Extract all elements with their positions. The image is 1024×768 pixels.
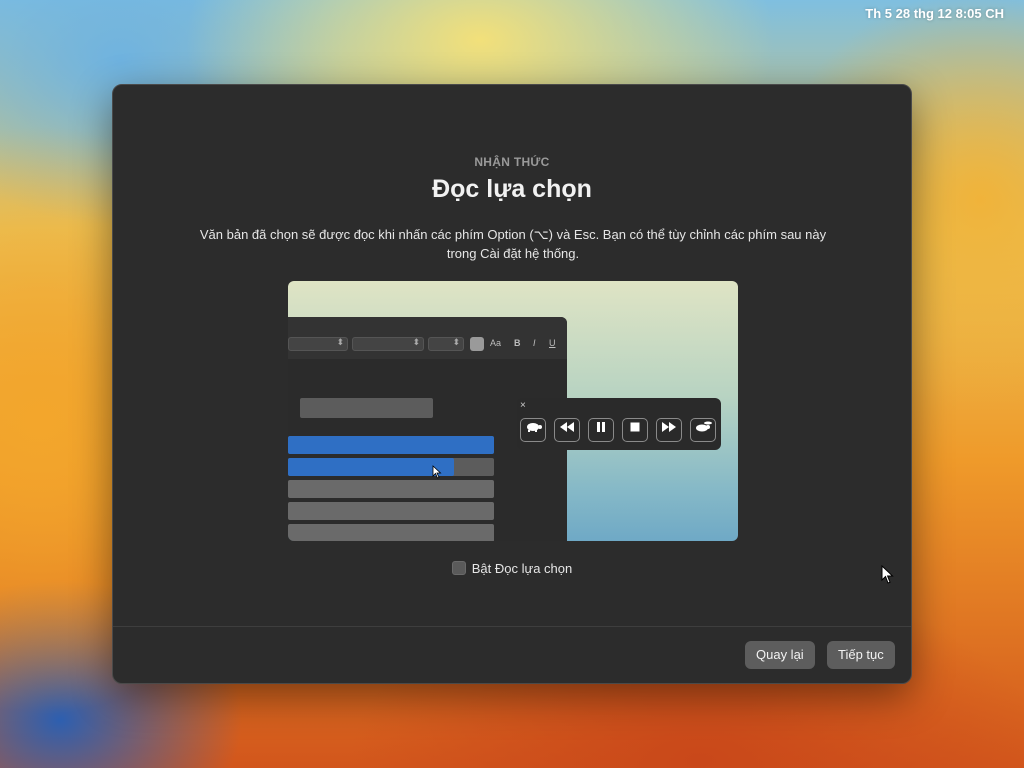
enable-feature-row[interactable]: Bật Đọc lựa chọn bbox=[113, 561, 911, 576]
close-icon: × bbox=[520, 400, 526, 411]
enable-feature-label[interactable]: Bật Đọc lựa chọn bbox=[472, 561, 572, 576]
fast-forward-icon bbox=[656, 418, 682, 442]
rewind-icon bbox=[554, 418, 580, 442]
illustration-color-swatch bbox=[470, 337, 484, 351]
illustration-selected-line bbox=[288, 458, 454, 476]
illustration-underline-label: U bbox=[549, 338, 556, 348]
back-button[interactable]: Quay lại bbox=[745, 641, 815, 669]
illustration-style-select bbox=[352, 337, 424, 351]
onboarding-dialog: NHẬN THỨC Đọc lựa chọn Văn bản đã chọn s… bbox=[112, 84, 912, 684]
illustration-font-select bbox=[288, 337, 348, 351]
footer-divider bbox=[113, 626, 911, 627]
illustration-heading-bar bbox=[300, 398, 433, 418]
speech-controller-panel: × bbox=[517, 398, 721, 450]
illustration-font-label: Aa bbox=[490, 338, 502, 348]
rabbit-icon bbox=[690, 418, 716, 442]
menubar-clock[interactable]: Th 5 28 thg 12 8:05 CH bbox=[865, 6, 1004, 21]
illustration-text-line bbox=[288, 502, 494, 520]
illustration-italic-label: I bbox=[533, 338, 536, 348]
feature-illustration: Aa B I U × bbox=[288, 281, 738, 541]
mouse-pointer-icon bbox=[881, 565, 894, 584]
continue-button[interactable]: Tiếp tục bbox=[827, 641, 895, 669]
illustration-bold-label: B bbox=[514, 338, 521, 348]
enable-feature-checkbox[interactable] bbox=[451, 561, 466, 575]
turtle-icon bbox=[520, 418, 546, 442]
page-title: Đọc lựa chọn bbox=[432, 175, 592, 203]
illustration-text-line bbox=[288, 524, 494, 541]
illustration-size-select bbox=[428, 337, 464, 351]
stop-icon bbox=[622, 418, 648, 442]
description-text: Văn bản đã chọn sẽ được đọc khi nhấn các… bbox=[199, 227, 827, 261]
illustration-toolbar: Aa B I U bbox=[288, 317, 567, 359]
pause-icon bbox=[588, 418, 614, 442]
illustration-text-line bbox=[288, 480, 494, 498]
illustration-selected-line bbox=[288, 436, 494, 454]
illustration-cursor-icon bbox=[432, 465, 442, 479]
section-eyebrow: NHẬN THỨC bbox=[474, 155, 550, 169]
